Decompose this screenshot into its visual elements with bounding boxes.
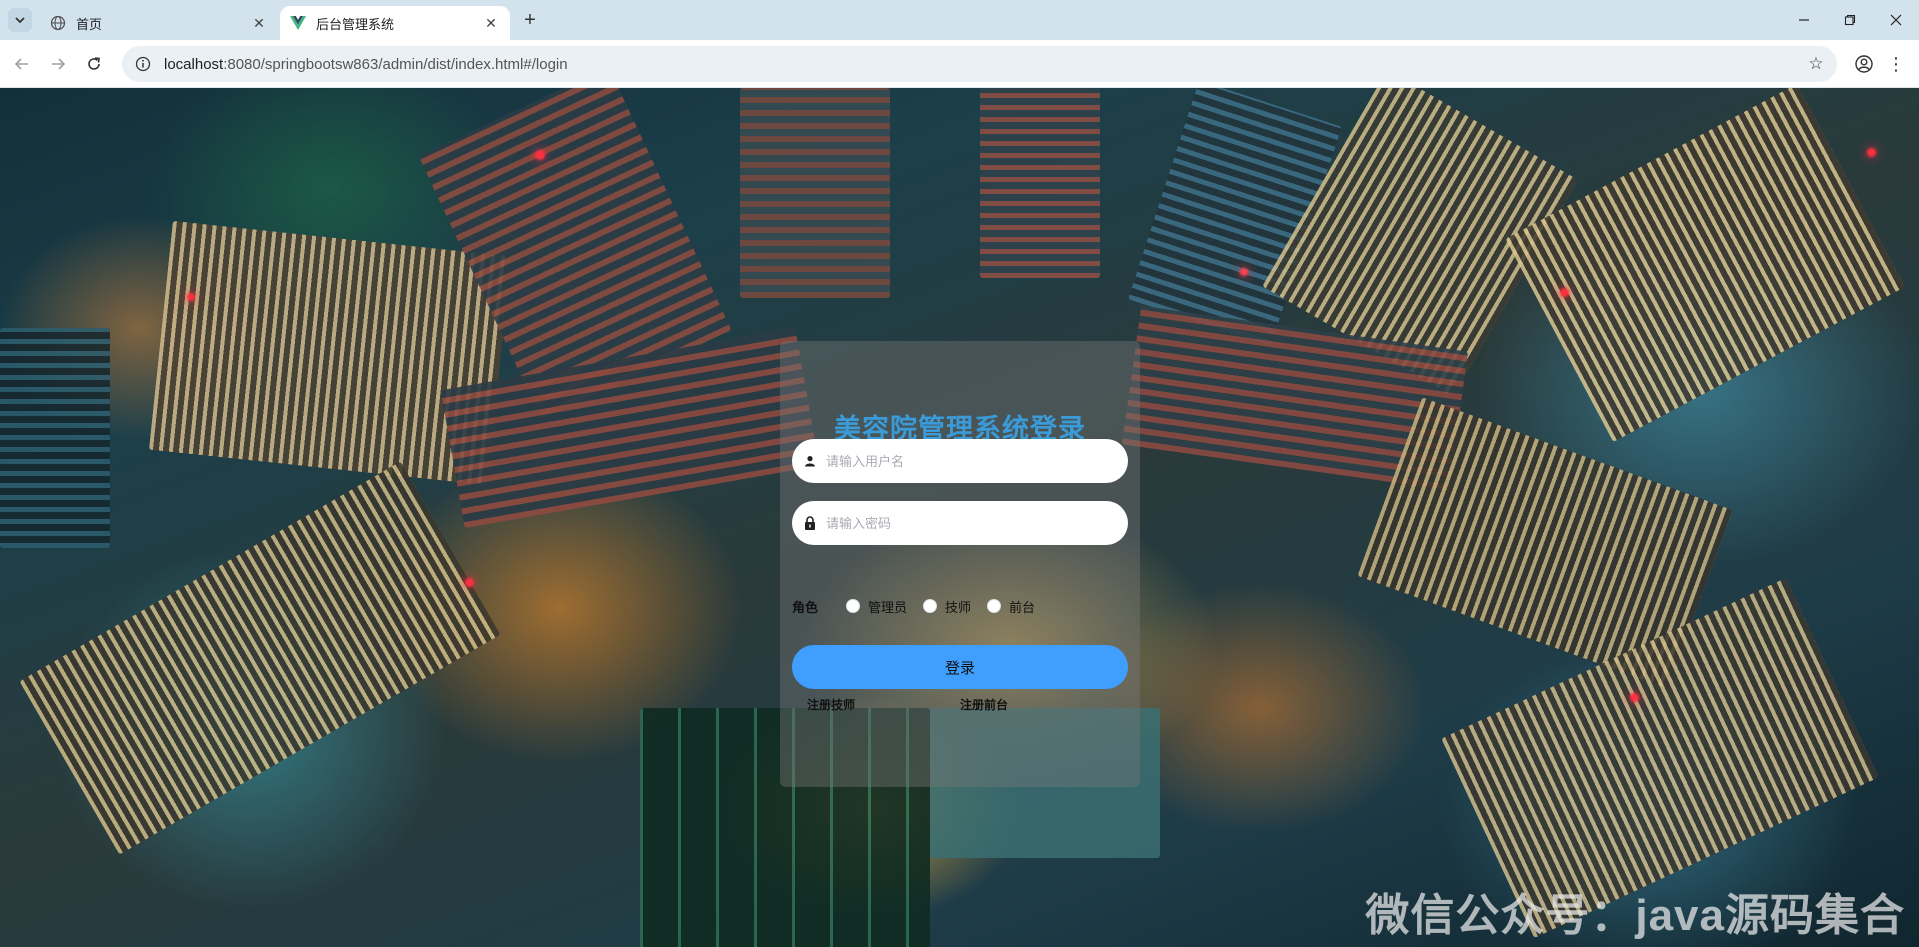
- login-page-background: 美容院管理系统登录 角色 管理员 技师: [0, 88, 1919, 947]
- minimize-icon[interactable]: [1781, 0, 1827, 40]
- background-building: [740, 88, 890, 298]
- globe-icon: [50, 15, 66, 31]
- role-radio-admin[interactable]: 管理员: [846, 597, 907, 616]
- new-tab-button[interactable]: +: [518, 8, 542, 32]
- bookmark-star-icon[interactable]: ☆: [1805, 53, 1827, 75]
- role-radio-technician[interactable]: 技师: [923, 597, 971, 616]
- role-selector: 角色 管理员 技师 前台: [792, 596, 1051, 616]
- role-option-label: 管理员: [868, 599, 908, 615]
- user-icon: [802, 453, 818, 469]
- chevron-down-icon: [15, 17, 25, 24]
- role-radio-reception[interactable]: 前台: [987, 597, 1035, 616]
- red-light: [465, 578, 474, 587]
- username-input[interactable]: [826, 453, 1116, 469]
- red-light: [535, 150, 545, 160]
- url-text: localhost:8080/springbootsw863/admin/dis…: [164, 56, 568, 73]
- close-icon[interactable]: ✕: [482, 14, 500, 32]
- register-technician-link[interactable]: 注册技师: [807, 696, 855, 713]
- browser-toolbar: localhost:8080/springbootsw863/admin/dis…: [0, 40, 1919, 88]
- restore-icon[interactable]: [1827, 0, 1873, 40]
- tab-search-button[interactable]: [8, 8, 32, 32]
- radio-button[interactable]: [923, 599, 938, 613]
- register-reception-link[interactable]: 注册前台: [960, 696, 1008, 713]
- vue-logo-icon: [290, 15, 306, 31]
- red-light: [1630, 693, 1639, 702]
- role-option-label: 技师: [945, 599, 972, 615]
- role-option-label: 前台: [1009, 599, 1036, 615]
- url-path: :8080/springbootsw863/admin/dist/index.h…: [223, 55, 568, 73]
- username-field[interactable]: [792, 439, 1128, 483]
- red-light: [187, 293, 195, 301]
- reload-icon[interactable]: [80, 50, 108, 78]
- back-arrow-icon[interactable]: [8, 50, 36, 78]
- radio-button[interactable]: [846, 599, 861, 613]
- window-close-icon[interactable]: [1873, 0, 1919, 40]
- watermark-text: 微信公众号：java源码集合: [1365, 891, 1905, 940]
- profile-avatar-icon[interactable]: [1853, 53, 1875, 75]
- red-light: [1867, 148, 1876, 157]
- forward-arrow-icon[interactable]: [44, 50, 72, 78]
- close-icon[interactable]: ✕: [250, 14, 268, 32]
- red-light: [1560, 288, 1569, 297]
- tab-home[interactable]: 首页 ✕: [40, 6, 278, 40]
- background-building: [980, 88, 1100, 278]
- site-info-icon[interactable]: [134, 55, 152, 73]
- url-host: localhost: [164, 55, 224, 73]
- radio-button[interactable]: [987, 599, 1002, 613]
- browser-tab-strip: 首页 ✕ 后台管理系统 ✕ +: [0, 0, 1919, 40]
- background-building: [0, 328, 110, 548]
- login-button[interactable]: 登录: [792, 645, 1128, 689]
- more-menu-icon[interactable]: ⋮: [1885, 53, 1907, 75]
- red-light: [1240, 268, 1248, 276]
- address-bar[interactable]: localhost:8080/springbootsw863/admin/dis…: [122, 46, 1837, 82]
- lock-icon: [802, 515, 818, 531]
- login-form-card: 美容院管理系统登录 角色 管理员 技师: [780, 341, 1140, 787]
- tab-admin[interactable]: 后台管理系统 ✕: [280, 6, 510, 40]
- background-building: [1505, 88, 1905, 443]
- password-field[interactable]: [792, 501, 1128, 545]
- tab-label: 首页: [76, 16, 103, 32]
- password-input[interactable]: [826, 515, 1116, 531]
- tab-label: 后台管理系统: [316, 16, 395, 32]
- role-label: 角色: [792, 599, 819, 615]
